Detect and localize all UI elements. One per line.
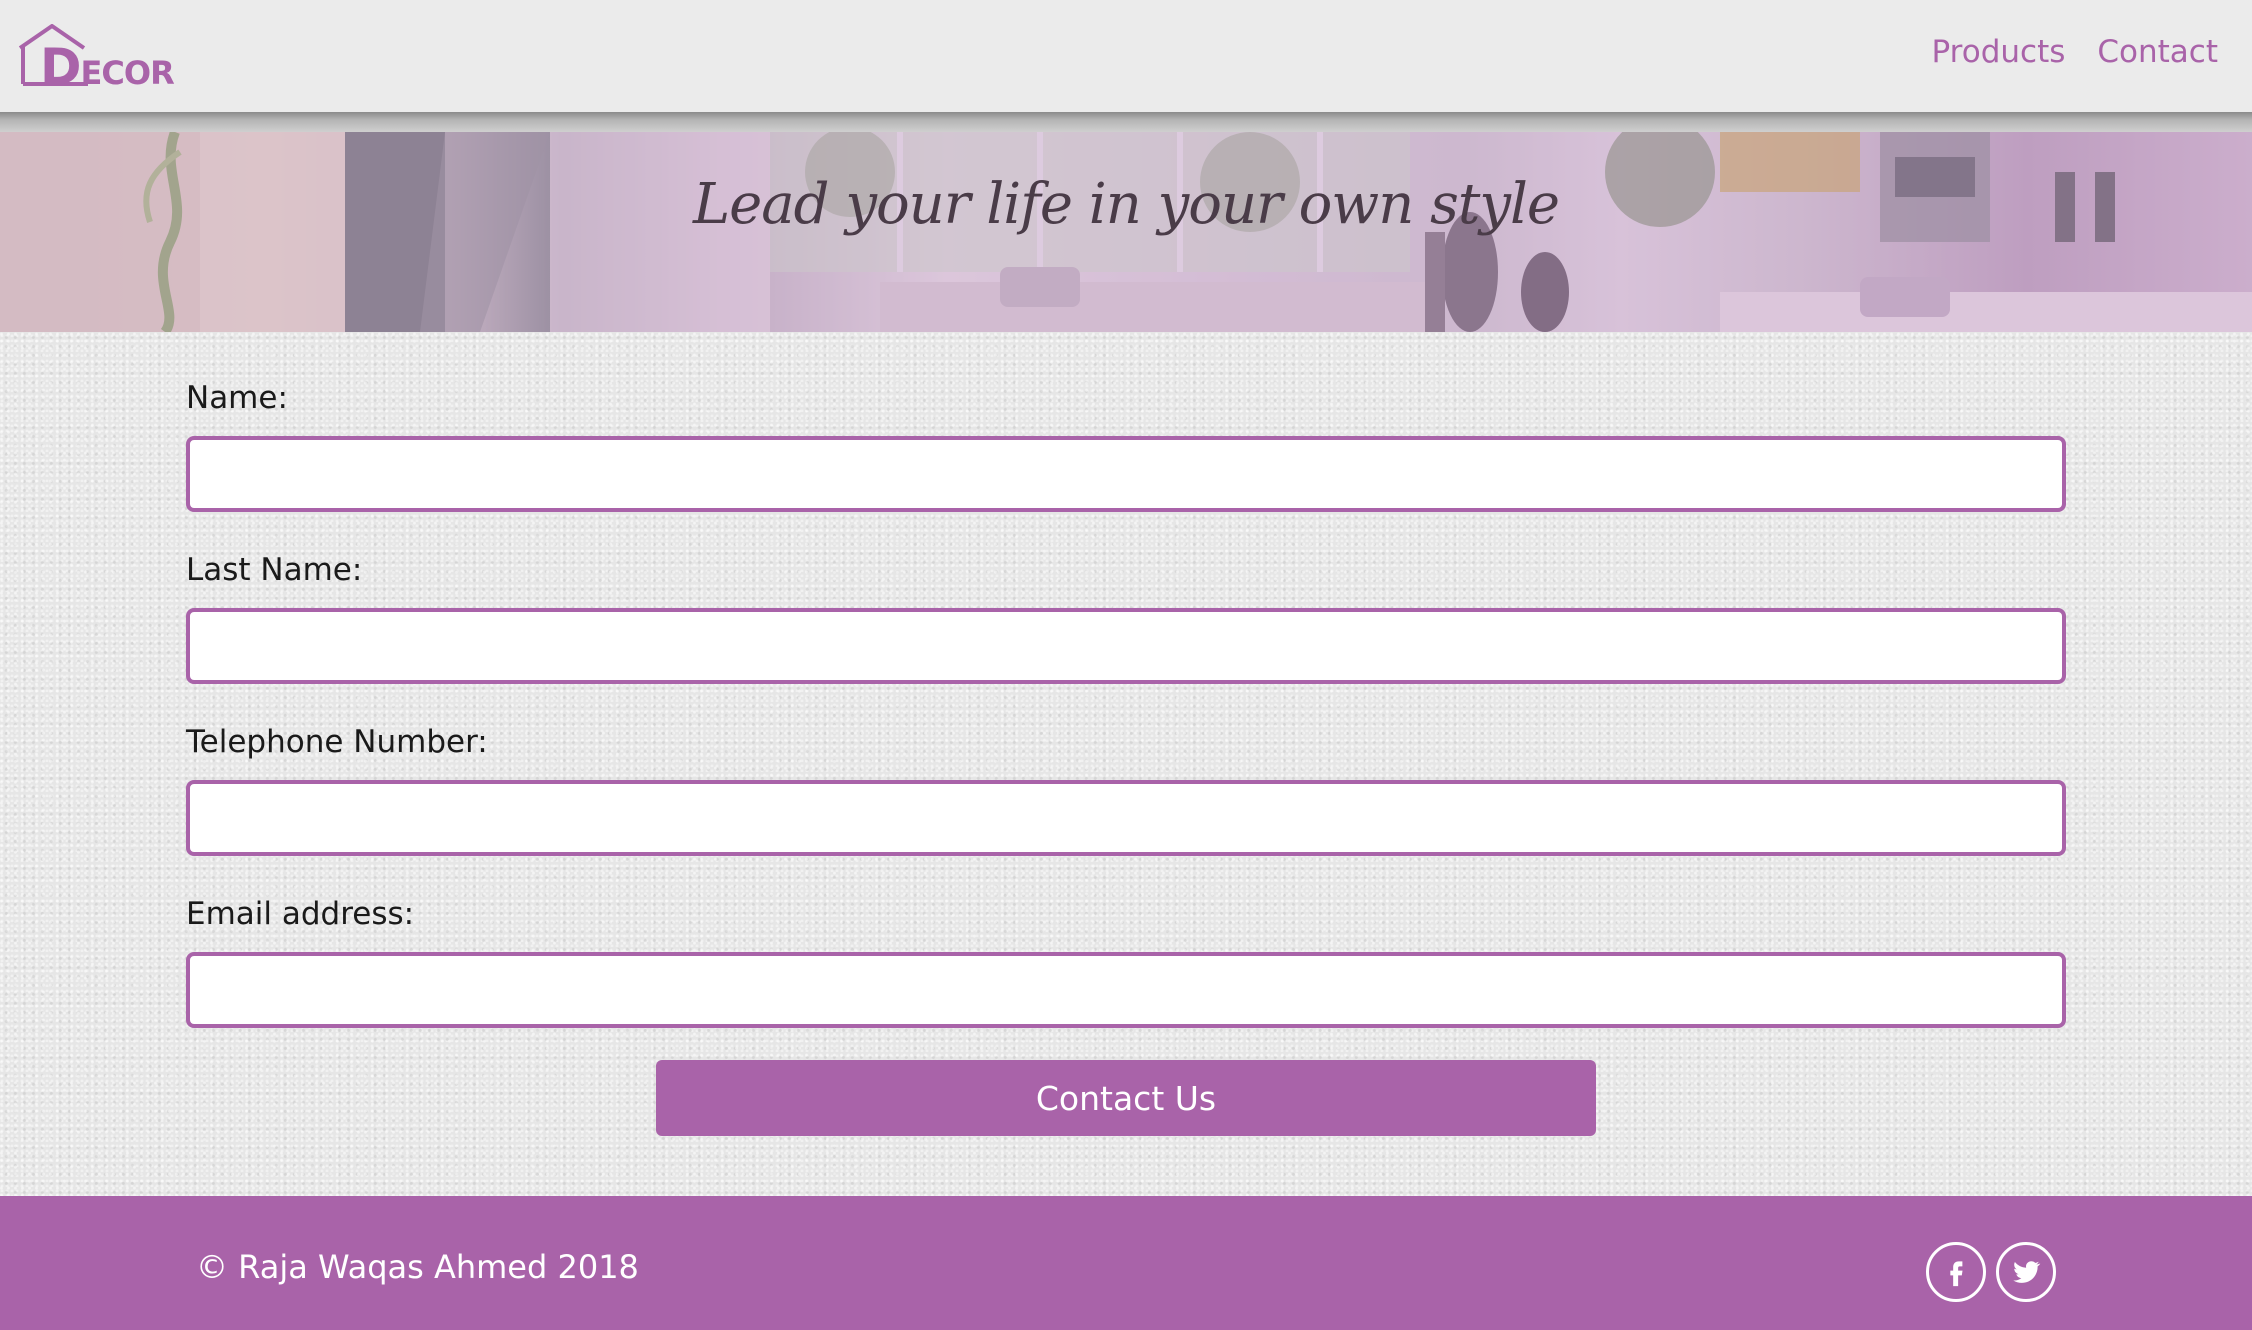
name-input[interactable] (186, 436, 2066, 512)
copyright-text: © Raja Waqas Ahmed 2018 (196, 1248, 639, 1286)
banner-tagline: Lead your life in your own style (692, 172, 1560, 237)
logo-rest: ECOR (80, 54, 175, 92)
decor-logo[interactable]: DECOR (18, 24, 175, 96)
nav-products-link[interactable]: Products (1932, 34, 2066, 70)
site-header: DECOR Products Contact (0, 0, 2252, 112)
facebook-icon (1950, 1261, 1963, 1287)
last-name-label: Last Name: (186, 552, 363, 588)
twitter-icon (2013, 1261, 2041, 1283)
contact-form-section: Name: Last Name: Telephone Number: Email… (0, 332, 2252, 1196)
last-name-input[interactable] (186, 608, 2066, 684)
name-label: Name: (186, 380, 288, 416)
telephone-input[interactable] (186, 780, 2066, 856)
header-divider (0, 112, 2252, 132)
contact-us-button[interactable]: Contact Us (656, 1060, 1596, 1136)
logo-text: DECOR (40, 38, 175, 96)
twitter-link[interactable] (1996, 1242, 2056, 1302)
main-nav: Products Contact (1932, 34, 2218, 70)
telephone-label: Telephone Number: (186, 724, 488, 760)
hero-banner: Lead your life in your own style (0, 132, 2252, 332)
nav-contact-link[interactable]: Contact (2097, 34, 2218, 70)
facebook-link[interactable] (1926, 1242, 1986, 1302)
email-input[interactable] (186, 952, 2066, 1028)
logo-letter: D (40, 38, 82, 96)
email-label: Email address: (186, 896, 415, 932)
site-footer: © Raja Waqas Ahmed 2018 (0, 1196, 2252, 1330)
